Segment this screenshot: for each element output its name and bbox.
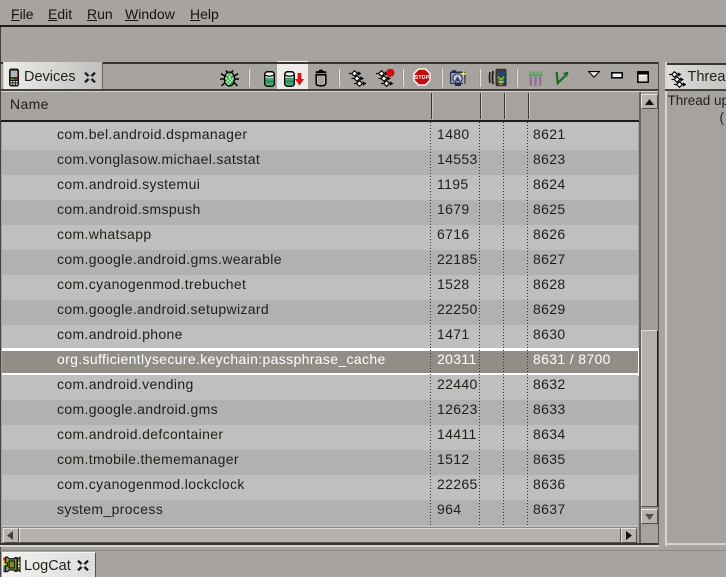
- svg-text:STOP: STOP: [415, 75, 430, 81]
